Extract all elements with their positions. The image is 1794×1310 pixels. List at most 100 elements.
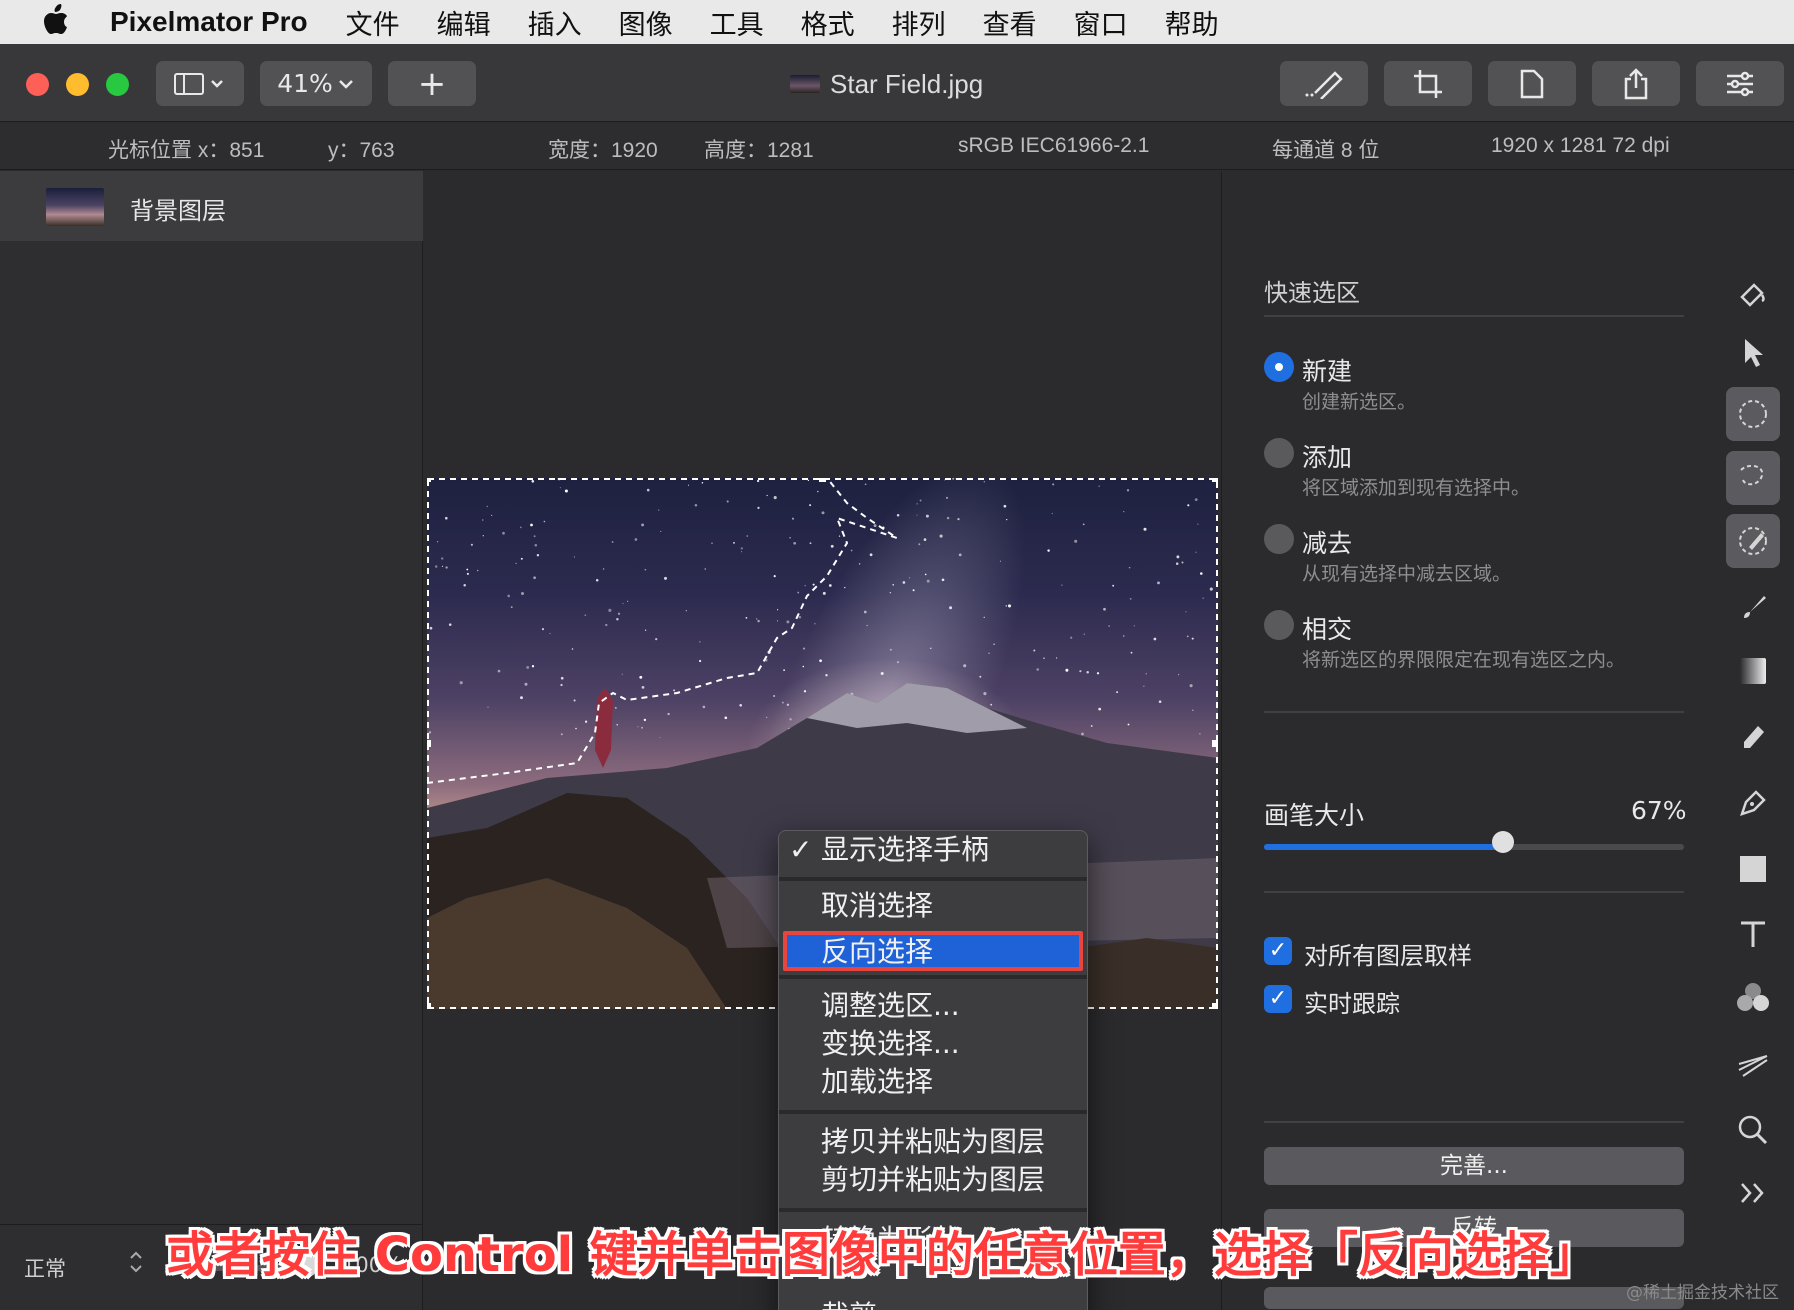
color-profile-readout: sRGB IEC61966-2.1 [958,134,1150,157]
adjustments-button[interactable] [1696,61,1784,106]
menu-separator [779,1208,1087,1212]
menu-image[interactable]: 图像 [619,3,673,42]
app-window: 41% + Star Field.jpg 光标位置 x：851 y：763 宽度 [0,44,1794,1310]
fullscreen-window-button[interactable] [106,73,129,96]
watermark: @稀土掘金技术社区 [1626,1283,1779,1303]
divider [1264,711,1684,713]
lasso-select-icon[interactable] [1726,451,1780,505]
app-name-menu[interactable]: Pixelmator Pro [110,6,308,38]
repair-tool-button[interactable] [1280,61,1368,106]
tools-column [1706,171,1794,1310]
mode-new-label: 新建 [1302,357,1353,386]
toolbar: 41% + Star Field.jpg [0,44,1794,122]
layer-name: 背景图层 [130,197,226,225]
menu-item-deselect[interactable]: 取消选择 [779,887,1087,925]
menu-item-transform-selection[interactable]: 变换选择... [779,1025,1087,1063]
menu-item-show-selection-handles[interactable]: ✓ 显示选择手柄 [779,831,1087,869]
effects-icon[interactable] [1726,1036,1780,1090]
menu-tools[interactable]: 工具 [710,3,764,42]
menu-window[interactable]: 窗口 [1074,3,1128,42]
sliders-icon [1727,71,1753,96]
layer-row[interactable]: 背景图层 [0,171,423,241]
bandage-brush-icon [1305,70,1343,99]
quick-select-icon[interactable] [1726,514,1780,568]
brush-size-fill [1264,844,1504,850]
mode-intersect-radio[interactable] [1264,610,1294,640]
share-button[interactable] [1592,61,1680,106]
mode-subtract-desc: 从现有选择中减去区域。 [1302,563,1512,585]
minimize-window-button[interactable] [66,73,89,96]
document-title: Star Field.jpg [790,64,983,104]
sample-all-layers-checkbox[interactable]: ✓ [1264,937,1292,965]
realtime-tracking-checkbox[interactable]: ✓ [1264,985,1292,1013]
menu-arrange[interactable]: 排列 [892,3,946,42]
extra-button[interactable] [1264,1287,1684,1309]
apple-menu-icon[interactable] [0,0,110,44]
more-tools-icon[interactable] [1726,1166,1780,1220]
image-height-readout: 高度：1281 [704,139,814,162]
eraser-icon[interactable] [1726,710,1780,764]
menu-view[interactable]: 查看 [983,3,1037,42]
info-bar: 光标位置 x：851 y：763 宽度：1920 高度：1281 sRGB IE… [0,123,1794,170]
menu-help[interactable]: 帮助 [1165,3,1219,42]
mode-intersect-label: 相交 [1302,615,1353,644]
refine-button[interactable]: 完善... [1264,1147,1684,1185]
mode-new-radio[interactable] [1264,352,1294,382]
plus-icon: + [417,63,447,104]
mode-add-radio[interactable] [1264,438,1294,468]
menu-format[interactable]: 格式 [801,3,855,42]
menu-item-label: 反向选择 [821,935,934,968]
menu-item-label: 拷贝并粘贴为图层 [821,1125,1046,1158]
updown-chevron-icon[interactable] [128,1249,144,1275]
pen-icon[interactable] [1726,776,1780,830]
inspector-title: 快速选区 [1264,279,1360,307]
menu-item-crop[interactable]: 裁剪... [779,1297,1087,1310]
ellipse-select-icon[interactable] [1726,387,1780,441]
add-button[interactable]: + [388,61,476,106]
sample-all-layers-label: 对所有图层取样 [1304,942,1472,970]
image-width-readout: 宽度：1920 [548,139,658,162]
close-window-button[interactable] [26,73,49,96]
share-icon [1624,67,1648,99]
layers-sidebar: 背景图层 正常 100% 搜索 [0,171,423,1310]
brush-icon[interactable] [1726,580,1780,634]
brush-size-label: 画笔大小 [1264,801,1365,830]
zoom-value: 41% [277,69,333,98]
gradient-icon[interactable] [1726,644,1780,698]
mode-new-desc: 创建新选区。 [1302,391,1417,413]
menu-item-label: 剪切并粘贴为图层 [821,1163,1046,1196]
menu-file[interactable]: 文件 [346,3,400,42]
menu-item-cut-paste-as-layer[interactable]: 剪切并粘贴为图层 [779,1161,1087,1199]
paint-bucket-icon[interactable] [1726,267,1780,321]
crop-button[interactable] [1384,61,1472,106]
menu-separator [779,1110,1087,1114]
mode-subtract-radio[interactable] [1264,524,1294,554]
document-icon [1520,69,1544,98]
brush-size-slider[interactable] [1264,844,1684,850]
document-button[interactable] [1488,61,1576,106]
sidebar-toggle-button[interactable] [156,61,244,106]
menu-separator [779,975,1087,979]
menu-item-label: 调整选区... [821,989,960,1022]
mode-intersect-desc: 将新选区的界限限定在现有选区之内。 [1302,649,1626,671]
menu-insert[interactable]: 插入 [528,3,582,42]
menu-item-invert-selection[interactable]: 反向选择 [779,933,1087,971]
arrow-pointer-icon[interactable] [1726,326,1780,380]
layer-thumbnail [46,188,104,226]
menu-item-load-selection[interactable]: 加载选择 [779,1063,1087,1101]
color-adjust-icon[interactable] [1726,971,1780,1025]
cursor-x-readout: 光标位置 x：851 [108,139,265,162]
menu-item-refine-selection[interactable]: 调整选区... [779,987,1087,1025]
text-icon[interactable] [1726,907,1780,961]
zoom-icon[interactable] [1726,1103,1780,1157]
menu-item-copy-paste-as-layer[interactable]: 拷贝并粘贴为图层 [779,1123,1087,1161]
resolution-readout: 1920 x 1281 72 dpi [1491,134,1670,157]
menu-edit[interactable]: 编辑 [437,3,491,42]
mode-add-label: 添加 [1302,443,1353,472]
tutorial-caption: 或者按住 Control 键并单击图像中的任意位置，选择「反向选择」 [166,1227,1598,1283]
cursor-y-readout: y：763 [328,139,395,162]
zoom-dropdown[interactable]: 41% [260,61,372,106]
rectangle-shape-icon[interactable] [1726,842,1780,896]
blend-mode-select[interactable]: 正常 [24,1253,66,1283]
divider [1264,1121,1684,1123]
